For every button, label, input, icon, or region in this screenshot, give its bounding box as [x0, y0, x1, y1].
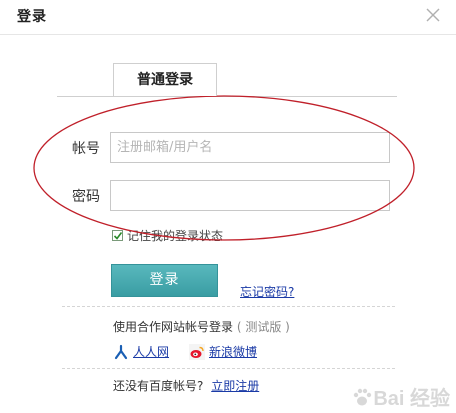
sina-weibo-icon	[189, 343, 205, 360]
dialog-titlebar: 登录	[0, 0, 456, 35]
divider	[62, 368, 395, 369]
password-label: 密码	[72, 189, 100, 205]
tab-normal-login[interactable]: 普通登录	[113, 63, 217, 96]
password-input[interactable]	[110, 180, 390, 211]
login-button[interactable]: 登录	[111, 264, 218, 297]
partner-login-text: 使用合作网站帐号登录	[113, 320, 234, 334]
baidu-jingyan-watermark: Bai 经验	[351, 382, 450, 411]
divider	[62, 306, 395, 307]
register-prompt: 还没有百度帐号?	[113, 379, 204, 393]
paw-icon	[354, 388, 372, 405]
close-icon[interactable]	[422, 4, 444, 26]
renren-icon	[113, 343, 129, 360]
beta-note: ( 测试版 )	[236, 320, 290, 334]
account-input[interactable]	[110, 132, 390, 163]
watermark-text: Bai 经验	[373, 388, 450, 410]
dialog-title: 登录	[17, 9, 47, 25]
forgot-password-link[interactable]: 忘记密码?	[240, 283, 294, 300]
tab-divider	[57, 96, 397, 97]
sina-weibo-label: 新浪微博	[209, 345, 258, 359]
register-row: 还没有百度帐号? 立即注册	[113, 377, 259, 394]
remember-me[interactable]: 记住我的登录状态	[112, 227, 223, 244]
account-label: 帐号	[72, 141, 100, 157]
register-link[interactable]: 立即注册	[211, 379, 259, 393]
renren-label: 人人网	[133, 345, 170, 359]
remember-label: 记住我的登录状态	[127, 229, 224, 243]
partner-login-prompt: 使用合作网站帐号登录 ( 测试版 )	[113, 318, 290, 335]
partner-sina-weibo[interactable]: 新浪微博	[189, 343, 257, 360]
remember-checkbox[interactable]	[112, 230, 123, 241]
partner-renren[interactable]: 人人网	[113, 343, 169, 360]
login-dialog: 登录 普通登录 帐号 密码 记住我的登录状态 登录 忘记密码? 使用合作网站帐号…	[0, 0, 456, 413]
